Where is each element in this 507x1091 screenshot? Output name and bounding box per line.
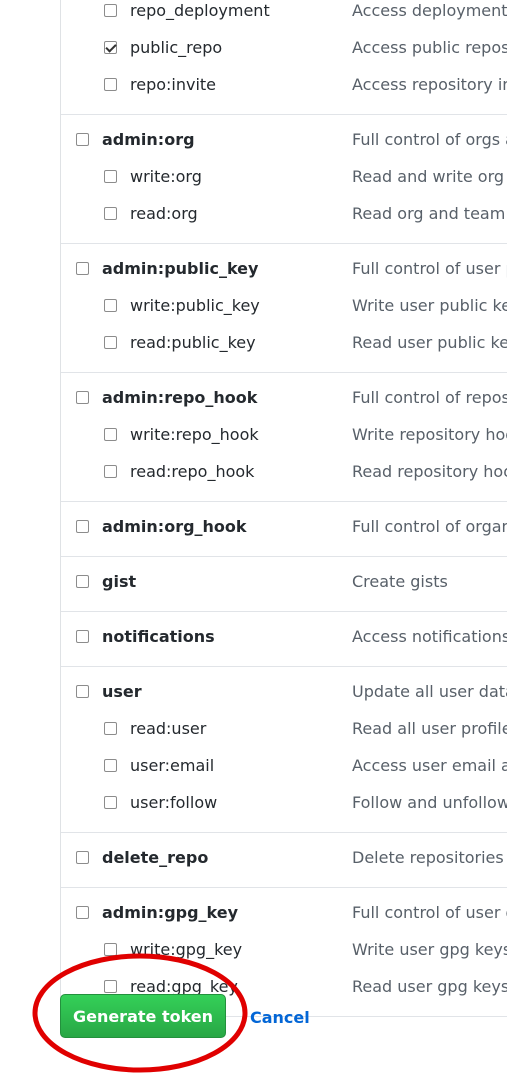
- scope-parent-row[interactable]: admin:repo_hook Full control of repositor…: [61, 381, 507, 418]
- scope-name: admin:gpg_key: [102, 903, 239, 922]
- scope-name: gist: [102, 572, 137, 591]
- scope-description: Full control of organization hooks: [352, 517, 507, 536]
- scope-group: repo_deployment Access deployment status p…: [61, 0, 507, 115]
- scope-name: admin:public_key: [102, 259, 259, 278]
- scope-description: Access public repositories: [352, 38, 507, 57]
- scope-checkbox[interactable]: [104, 78, 117, 91]
- scope-description: Delete repositories: [352, 848, 504, 867]
- scope-checkbox[interactable]: [104, 722, 117, 735]
- scope-child-row[interactable]: public_repo Access public repositories: [61, 31, 507, 68]
- scope-group: admin:org_hook Full control of organizati…: [61, 502, 507, 557]
- scope-description: Read user gpg keys: [352, 977, 507, 996]
- scope-name: read:user: [130, 719, 207, 738]
- scope-checkbox[interactable]: [104, 336, 117, 349]
- scope-name: write:public_key: [130, 296, 260, 315]
- scope-description: Write user public keys: [352, 296, 507, 315]
- scope-name: write:repo_hook: [130, 425, 259, 444]
- scope-checkbox[interactable]: [104, 759, 117, 772]
- scope-group: user Update all user data read:user Read al…: [61, 667, 507, 833]
- scope-description: Full control of user public keys: [352, 259, 507, 278]
- scopes-list: repo_deployment Access deployment status p…: [60, 0, 507, 1017]
- scope-parent-row[interactable]: user Update all user data: [61, 675, 507, 712]
- scope-child-row[interactable]: user:email Access user email addresses: [61, 749, 507, 786]
- red-circle-annotation: [32, 953, 248, 1073]
- scope-parent-row[interactable]: delete_repo Delete repositories: [61, 841, 507, 878]
- scope-name: read:org: [130, 204, 198, 223]
- scope-description: Access deployment status: [352, 1, 507, 20]
- scope-name: admin:org: [102, 130, 195, 149]
- scope-parent-row[interactable]: admin:public_key Full control of user pub…: [61, 252, 507, 289]
- scope-description: Write repository hooks: [352, 425, 507, 444]
- scope-description: Read and write org and team membership: [352, 167, 507, 186]
- scope-child-row[interactable]: read:org Read org and team membership: [61, 197, 507, 234]
- scope-checkbox[interactable]: [76, 391, 89, 404]
- scope-name: user:follow: [130, 793, 218, 812]
- scope-child-row[interactable]: read:user Read all user profile data: [61, 712, 507, 749]
- scope-checkbox[interactable]: [104, 465, 117, 478]
- scope-parent-row[interactable]: notifications Access notifications: [61, 620, 507, 657]
- scope-checkbox[interactable]: [104, 41, 117, 54]
- scope-description: Read all user profile data: [352, 719, 507, 738]
- scope-name: notifications: [102, 627, 215, 646]
- scope-parent-row[interactable]: admin:org Full control of orgs and teams: [61, 123, 507, 160]
- scope-description: Access repository invitations: [352, 75, 507, 94]
- scope-checkbox[interactable]: [104, 299, 117, 312]
- scope-group: gist Create gists: [61, 557, 507, 612]
- scope-child-row[interactable]: write:org Read and write org and team mem…: [61, 160, 507, 197]
- scope-checkbox[interactable]: [76, 133, 89, 146]
- scope-description: Access user email addresses: [352, 756, 507, 775]
- scope-name: user:email: [130, 756, 215, 775]
- scope-name: admin:org_hook: [102, 517, 247, 536]
- scope-group: delete_repo Delete repositories: [61, 833, 507, 888]
- scope-child-row[interactable]: read:public_key Read user public keys: [61, 326, 507, 363]
- scope-group: admin:org Full control of orgs and teams w…: [61, 115, 507, 244]
- scope-checkbox[interactable]: [76, 685, 89, 698]
- scope-child-row[interactable]: write:public_key Write user public keys: [61, 289, 507, 326]
- scope-checkbox[interactable]: [104, 428, 117, 441]
- scope-description: Write user gpg keys: [352, 940, 507, 959]
- scope-description: Update all user data: [352, 682, 507, 701]
- scope-description: Read user public keys: [352, 333, 507, 352]
- scope-checkbox[interactable]: [104, 207, 117, 220]
- scope-description: Follow and unfollow users: [352, 793, 507, 812]
- scope-name: read:repo_hook: [130, 462, 255, 481]
- scope-description: Full control of user gpg keys: [352, 903, 507, 922]
- scope-parent-row[interactable]: admin:org_hook Full control of organizati…: [61, 510, 507, 547]
- scope-description: Access notifications: [352, 627, 507, 646]
- scope-checkbox[interactable]: [76, 851, 89, 864]
- scope-description: Full control of orgs and teams: [352, 130, 507, 149]
- scope-name: repo_deployment: [130, 1, 270, 20]
- scope-checkbox[interactable]: [104, 170, 117, 183]
- scope-name: repo:invite: [130, 75, 217, 94]
- scope-name: public_repo: [130, 38, 223, 57]
- scope-parent-row[interactable]: gist Create gists: [61, 565, 507, 602]
- scope-checkbox[interactable]: [76, 575, 89, 588]
- scope-checkbox[interactable]: [76, 262, 89, 275]
- scope-description: Read repository hooks: [352, 462, 507, 481]
- scope-checkbox[interactable]: [76, 906, 89, 919]
- scope-checkbox[interactable]: [104, 796, 117, 809]
- scope-name: admin:repo_hook: [102, 388, 258, 407]
- scope-name: delete_repo: [102, 848, 209, 867]
- scope-child-row[interactable]: user:follow Follow and unfollow users: [61, 786, 507, 823]
- scope-description: Create gists: [352, 572, 448, 591]
- scope-description: Full control of repository hooks: [352, 388, 507, 407]
- scope-child-row[interactable]: read:repo_hook Read repository hooks: [61, 455, 507, 492]
- scope-child-row[interactable]: repo:invite Access repository invitations: [61, 68, 507, 105]
- scope-checkbox[interactable]: [76, 520, 89, 533]
- scope-name: write:org: [130, 167, 202, 186]
- scope-checkbox[interactable]: [104, 4, 117, 17]
- scope-child-row[interactable]: write:repo_hook Write repository hooks: [61, 418, 507, 455]
- scope-group: admin:public_key Full control of user pub…: [61, 244, 507, 373]
- scope-child-row[interactable]: repo_deployment Access deployment status: [61, 0, 507, 31]
- scope-checkbox[interactable]: [76, 630, 89, 643]
- scope-name: read:public_key: [130, 333, 256, 352]
- scope-group: notifications Access notifications: [61, 612, 507, 667]
- scope-group: admin:repo_hook Full control of repositor…: [61, 373, 507, 502]
- scope-description: Read org and team membership: [352, 204, 507, 223]
- scope-parent-row[interactable]: admin:gpg_key Full control of user gpg ke…: [61, 896, 507, 933]
- scope-name: user: [102, 682, 142, 701]
